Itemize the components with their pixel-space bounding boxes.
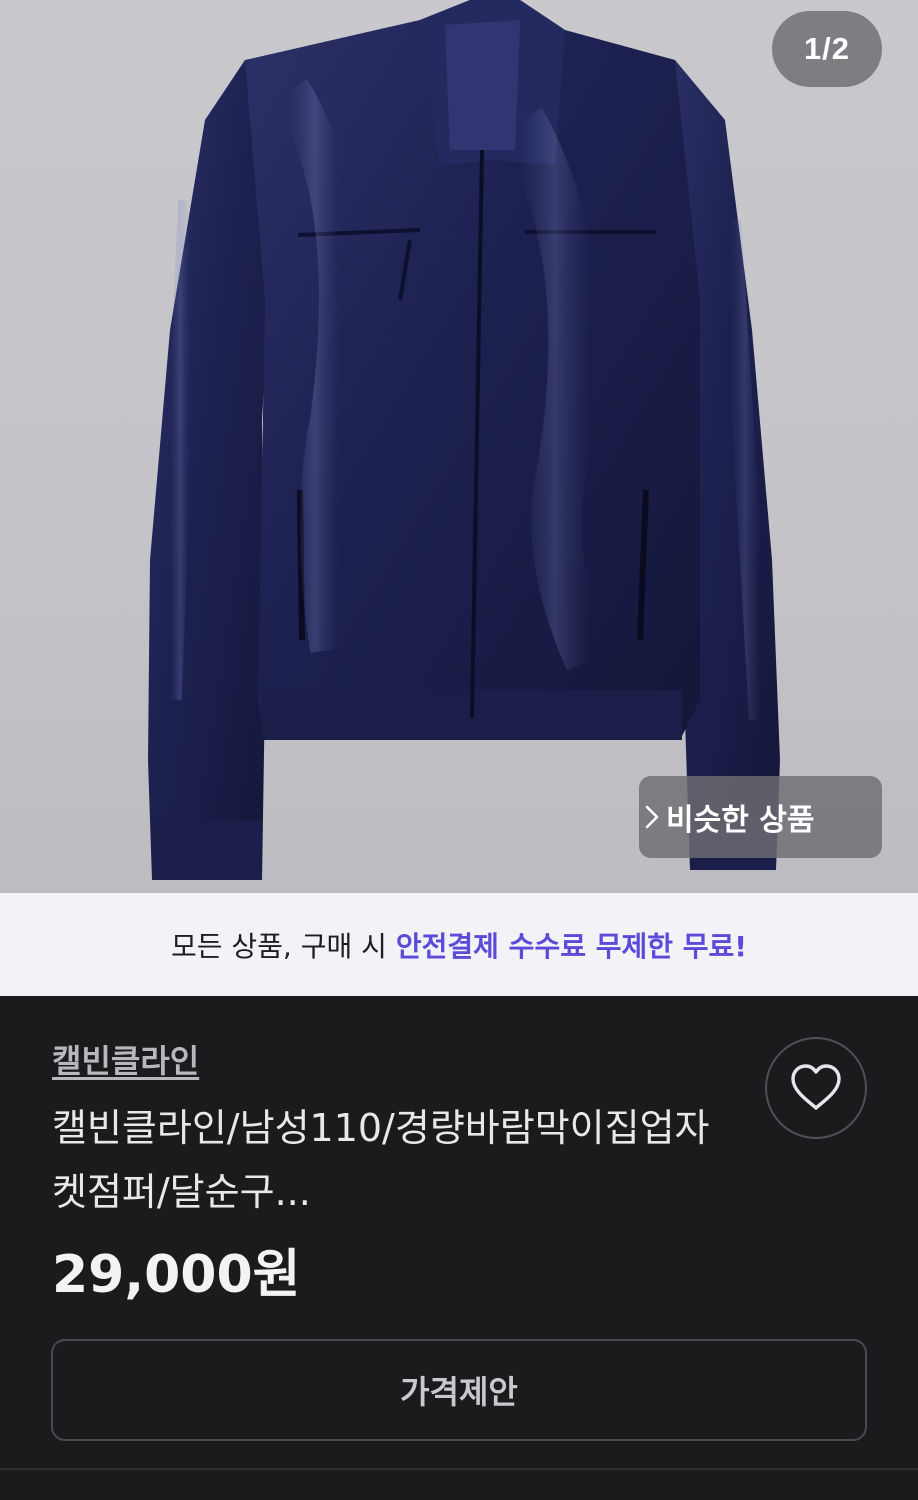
image-counter-badge: 1/2 [772, 11, 882, 87]
promo-banner[interactable]: 모든 상품, 구매 시 안전결제 수수료 무제한 무료! [0, 893, 918, 996]
brand-link[interactable]: 캘빈클라인 [52, 1036, 199, 1082]
image-counter-text: 1/2 [803, 31, 851, 66]
product-image-gallery[interactable]: 1/2 비슷한 상품 [0, 0, 918, 893]
price-offer-label: 가격제안 [400, 1373, 518, 1411]
price-offer-button[interactable]: 가격제안 [51, 1339, 867, 1441]
chevron-right-icon [645, 805, 659, 829]
similar-products-button[interactable]: 비슷한 상품 [639, 776, 882, 858]
jacket-photo [148, 0, 780, 880]
similar-products-label: 비슷한 상품 [666, 803, 815, 838]
product-price: 29,000원 [52, 1245, 301, 1305]
heart-icon [791, 1064, 841, 1110]
like-button[interactable] [765, 1037, 867, 1139]
promo-banner-text: 모든 상품, 구매 시 [170, 929, 387, 963]
product-title: 캘빈클라인/남성110/경량바람막이집업자켓점퍼/달순구... [52, 1106, 710, 1214]
divider [0, 1468, 918, 1470]
promo-banner-accent: 안전결제 수수료 무제한 무료! [395, 929, 748, 963]
